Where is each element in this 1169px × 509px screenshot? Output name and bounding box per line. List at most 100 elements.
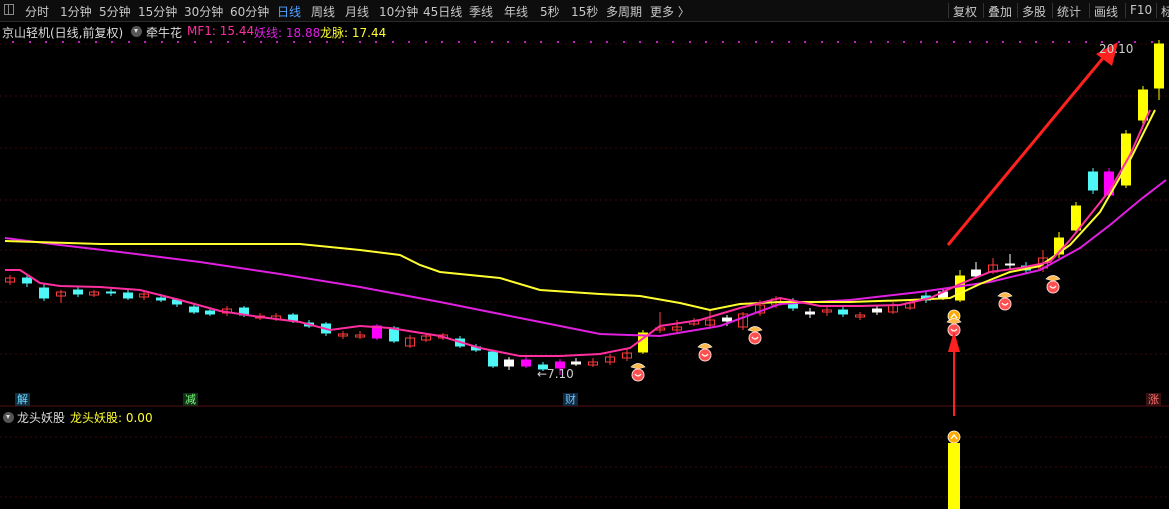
signal-dot <box>936 41 938 43</box>
long-line <box>4 109 1156 312</box>
signal-dot <box>722 41 724 43</box>
toolbar-separator <box>983 3 984 18</box>
candle-body <box>488 351 498 367</box>
signal-dot <box>755 41 757 43</box>
sub-indicator-dropdown-icon[interactable] <box>3 412 14 423</box>
signal-dot <box>672 41 674 43</box>
tool-6[interactable]: 标 <box>1161 3 1169 20</box>
signal-dot <box>507 41 509 43</box>
signal-dot <box>1134 41 1136 43</box>
sub-signal-bar <box>948 443 960 509</box>
indicator-dropdown-icon[interactable] <box>131 26 142 37</box>
signal-ball <box>698 348 712 362</box>
tool-2[interactable]: 多股 <box>1022 3 1046 20</box>
candle-body <box>156 297 166 301</box>
candle-body <box>22 277 32 284</box>
candle-body <box>106 291 116 294</box>
candle-body <box>73 289 83 295</box>
annotation-arrows <box>946 42 1118 416</box>
signal-dot <box>590 41 592 43</box>
signal-dot <box>458 41 460 43</box>
candle-body <box>39 287 49 299</box>
tag-jie[interactable]: 解 <box>15 393 30 406</box>
tag-jian[interactable]: 减 <box>183 393 198 406</box>
tool-3[interactable]: 统计 <box>1057 3 1081 20</box>
sub-indicator-name[interactable]: 龙头妖股 <box>17 409 65 426</box>
signal-dot <box>524 41 526 43</box>
tag-zhang[interactable]: 涨 <box>1146 393 1161 406</box>
period-13[interactable]: 5秒 <box>540 3 560 20</box>
period-5[interactable]: 60分钟 <box>230 3 269 20</box>
signal-ball <box>998 297 1012 311</box>
signal-dot <box>29 41 31 43</box>
period-14[interactable]: 15秒 <box>571 3 598 20</box>
tag-cai[interactable]: 财 <box>563 393 578 406</box>
period-3[interactable]: 15分钟 <box>138 3 177 20</box>
signal-dot <box>887 41 889 43</box>
signal-dot <box>1052 41 1054 43</box>
period-7[interactable]: 周线 <box>311 3 335 20</box>
signal-dot <box>854 41 856 43</box>
buy-signal-icon <box>697 343 713 362</box>
period-16[interactable]: 更多 〉 <box>650 3 690 20</box>
period-11[interactable]: 季线 <box>469 3 493 20</box>
signal-dot <box>656 41 658 43</box>
period-8[interactable]: 月线 <box>345 3 369 20</box>
signal-dot <box>276 41 278 43</box>
buy-signal-icon <box>747 326 763 345</box>
signal-dot <box>45 41 47 43</box>
signal-dot <box>788 41 790 43</box>
candle-body <box>1005 263 1015 266</box>
period-1[interactable]: 1分钟 <box>60 3 92 20</box>
candle-body <box>504 359 514 367</box>
signal-dot <box>953 41 955 43</box>
signal-dot <box>920 41 922 43</box>
period-12[interactable]: 年线 <box>504 3 528 20</box>
period-9[interactable]: 10分钟 <box>379 3 418 20</box>
stock-title[interactable]: 京山轻机(日线,前复权) <box>2 24 123 41</box>
signal-dot <box>260 41 262 43</box>
period-4[interactable]: 30分钟 <box>184 3 223 20</box>
candle-body <box>971 269 981 277</box>
signal-dot <box>177 41 179 43</box>
signal-dot <box>969 41 971 43</box>
signal-dot <box>1085 41 1087 43</box>
mf1-value: MF1: 15.44 <box>187 24 255 38</box>
panel-toggle-icon[interactable] <box>4 4 14 15</box>
signal-dot <box>111 41 113 43</box>
candle-body <box>1154 43 1164 89</box>
tool-4[interactable]: 画线 <box>1094 3 1118 20</box>
signal-dot <box>540 41 542 43</box>
mf1-line <box>5 109 1151 357</box>
signal-dot <box>474 41 476 43</box>
tool-1[interactable]: 叠加 <box>988 3 1012 20</box>
candles <box>5 40 1164 375</box>
indicator-lines <box>4 109 1167 357</box>
long-value: 龙脉: 17.44 <box>320 26 387 40</box>
period-6[interactable]: 日线 <box>277 3 301 20</box>
period-toolbar: 分时 1分钟 5分钟 15分钟 30分钟 60分钟 日线 周线 月线 10分钟 45日线 季线 年线 5秒… <box>0 0 1169 22</box>
signal-dot <box>870 41 872 43</box>
period-10[interactable]: 45日线 <box>423 3 462 20</box>
signal-dot <box>557 41 559 43</box>
period-0[interactable]: 分时 <box>25 3 49 20</box>
signal-cap <box>997 292 1013 299</box>
signal-dot <box>573 41 575 43</box>
candle-body <box>123 292 133 299</box>
signal-dot <box>375 41 377 43</box>
candle-body <box>189 306 199 313</box>
period-15[interactable]: 多周期 <box>606 3 642 20</box>
toolbar-separator <box>1125 3 1126 18</box>
kline-chart[interactable]: ←7.10 20.10 <box>0 0 1169 509</box>
candle-body <box>521 359 531 367</box>
signal-dot <box>359 41 361 43</box>
tool-5[interactable]: F10 <box>1130 3 1152 17</box>
signal-ball <box>1046 280 1060 294</box>
indicator-name[interactable]: 牵牛花 <box>146 24 182 41</box>
period-2[interactable]: 5分钟 <box>99 3 131 20</box>
chevron-circle <box>947 430 961 444</box>
yao-value: 妖线: 18.88 <box>254 26 321 40</box>
signal-dot <box>606 41 608 43</box>
tool-0[interactable]: 复权 <box>953 3 977 20</box>
sub-chart <box>948 443 960 509</box>
